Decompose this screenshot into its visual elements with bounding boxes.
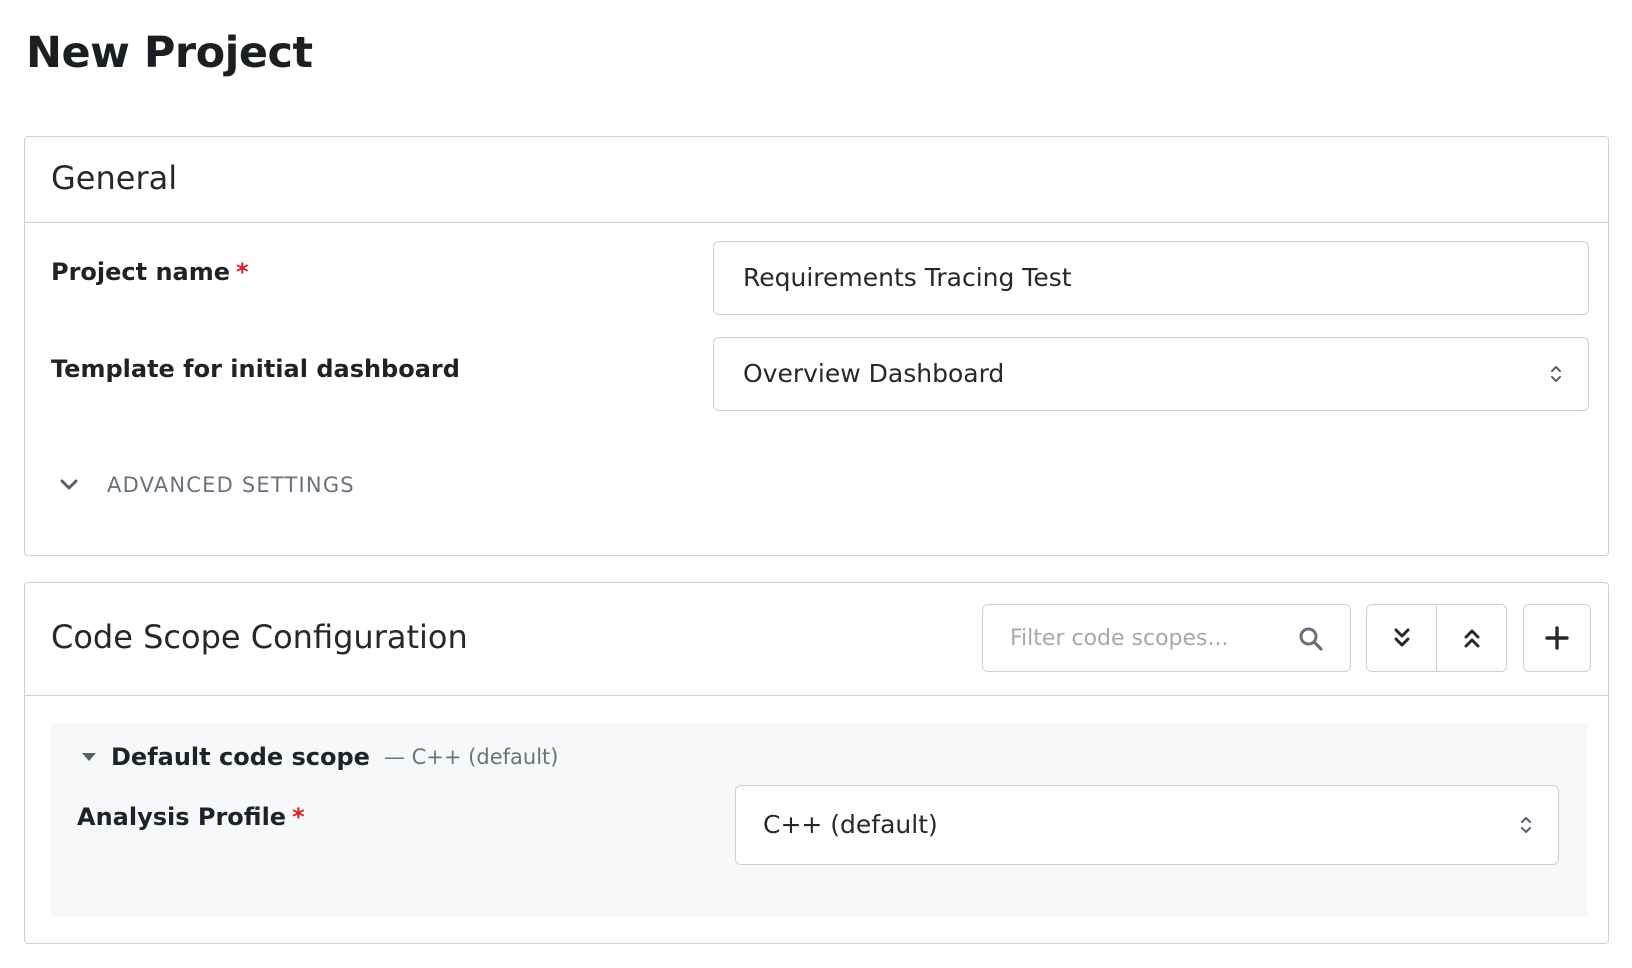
expand-all-button[interactable] xyxy=(1367,605,1436,671)
project-name-input[interactable]: Requirements Tracing Test xyxy=(713,241,1589,315)
code-scope-subtitle: — C++ (default) xyxy=(383,745,559,769)
code-scope-name: Default code scope xyxy=(111,743,370,771)
code-scope-card-title: Code Scope Configuration xyxy=(51,618,468,656)
select-arrows-icon xyxy=(1551,366,1561,382)
analysis-profile-label-text: Analysis Profile xyxy=(77,803,287,831)
filter-code-scopes-field[interactable] xyxy=(982,604,1351,672)
default-code-scope-panel: Default code scope — C++ (default) Analy… xyxy=(51,723,1587,917)
plus-icon xyxy=(1545,626,1569,650)
add-code-scope-button[interactable] xyxy=(1523,604,1591,672)
project-name-label-text: Project name xyxy=(51,258,231,286)
general-card-header: General xyxy=(25,137,1608,223)
template-select[interactable]: Overview Dashboard xyxy=(713,337,1589,411)
collapse-all-button[interactable] xyxy=(1436,605,1506,671)
general-card-title: General xyxy=(51,159,178,197)
analysis-profile-select[interactable]: C++ (default) xyxy=(735,785,1559,865)
filter-code-scopes-input[interactable] xyxy=(983,605,1283,671)
advanced-settings-toggle[interactable]: ADVANCED SETTINGS xyxy=(59,473,355,497)
required-asterisk: * xyxy=(292,803,305,831)
project-name-value: Requirements Tracing Test xyxy=(743,263,1072,292)
project-name-label: Project name * xyxy=(51,258,249,286)
required-asterisk: * xyxy=(236,258,249,286)
select-arrows-icon xyxy=(1521,817,1531,833)
double-chevron-up-icon xyxy=(1464,629,1479,648)
advanced-settings-label: ADVANCED SETTINGS xyxy=(107,473,355,497)
code-scope-card: Code Scope Configuration Filter code sco… xyxy=(24,582,1609,944)
caret-down-icon xyxy=(82,753,96,761)
search-icon[interactable] xyxy=(1298,626,1324,652)
expand-collapse-group xyxy=(1366,604,1507,672)
chevron-down-icon xyxy=(60,479,78,490)
template-label: Template for initial dashboard xyxy=(51,355,460,383)
template-select-value: Overview Dashboard xyxy=(743,359,1005,388)
analysis-profile-label: Analysis Profile * xyxy=(77,803,305,831)
code-scope-toggle[interactable]: Default code scope — C++ (default) xyxy=(81,743,558,771)
general-card: General Project name * Requirements Traci… xyxy=(24,136,1609,556)
analysis-profile-value: C++ (default) xyxy=(763,810,938,839)
page-title: New Project xyxy=(26,28,313,78)
double-chevron-down-icon xyxy=(1394,628,1409,647)
code-scope-card-header: Code Scope Configuration xyxy=(25,583,1608,696)
